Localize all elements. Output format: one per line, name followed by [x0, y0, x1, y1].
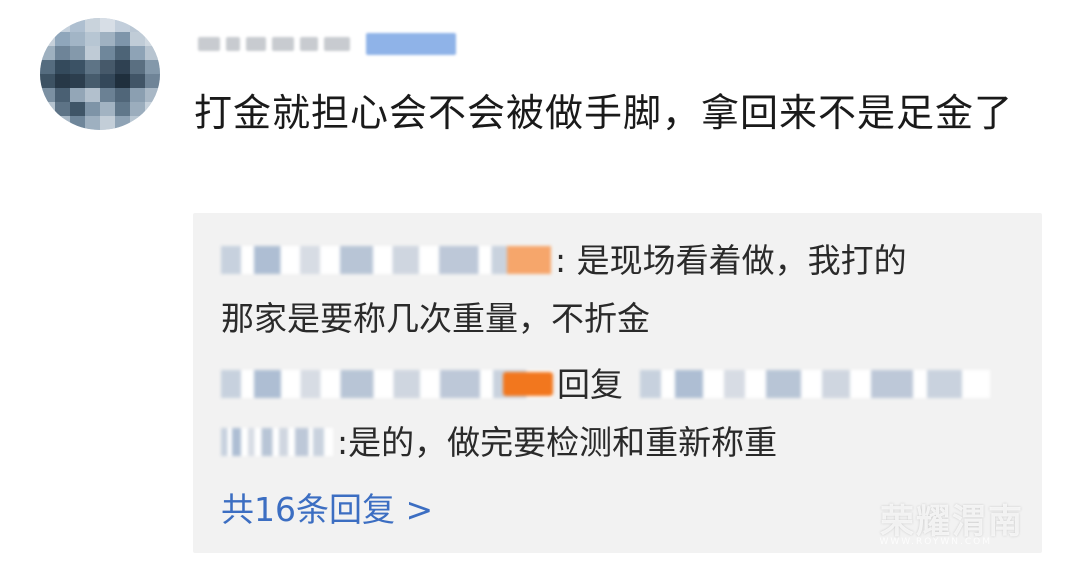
reply-word: 回复	[557, 365, 623, 404]
watermark-url: WWW.ROYWN.COM	[879, 537, 992, 547]
watermark: 荣耀渭南	[880, 502, 1024, 542]
reply-author-name[interactable]	[221, 245, 551, 274]
reply-text: : 是现场看着做，我打的	[555, 241, 907, 280]
reply-item[interactable]: : 是现场看着做，我打的	[221, 239, 907, 283]
user-level-badge	[366, 33, 456, 55]
reply-text-continuation: 那家是要称几次重量，不折金	[221, 299, 650, 338]
username[interactable]	[198, 28, 456, 60]
reply-container: : 是现场看着做，我打的 那家是要称几次重量，不折金 回复 :是的，做完要检测和…	[193, 213, 1042, 553]
reply-target-name[interactable]	[221, 427, 333, 456]
avatar[interactable]	[40, 18, 160, 130]
comment-text: 打金就担心会不会被做手脚，拿回来不是足金了	[194, 91, 1014, 135]
reply-author-name[interactable]	[221, 369, 553, 398]
reply-item-continuation: :是的，做完要检测和重新称重	[221, 421, 777, 465]
reply-target-name[interactable]	[639, 369, 990, 398]
reply-text: :是的，做完要检测和重新称重	[337, 423, 778, 462]
reply-item[interactable]: 回复	[221, 363, 994, 407]
view-all-replies-link[interactable]: 共16条回复 >	[221, 488, 433, 532]
